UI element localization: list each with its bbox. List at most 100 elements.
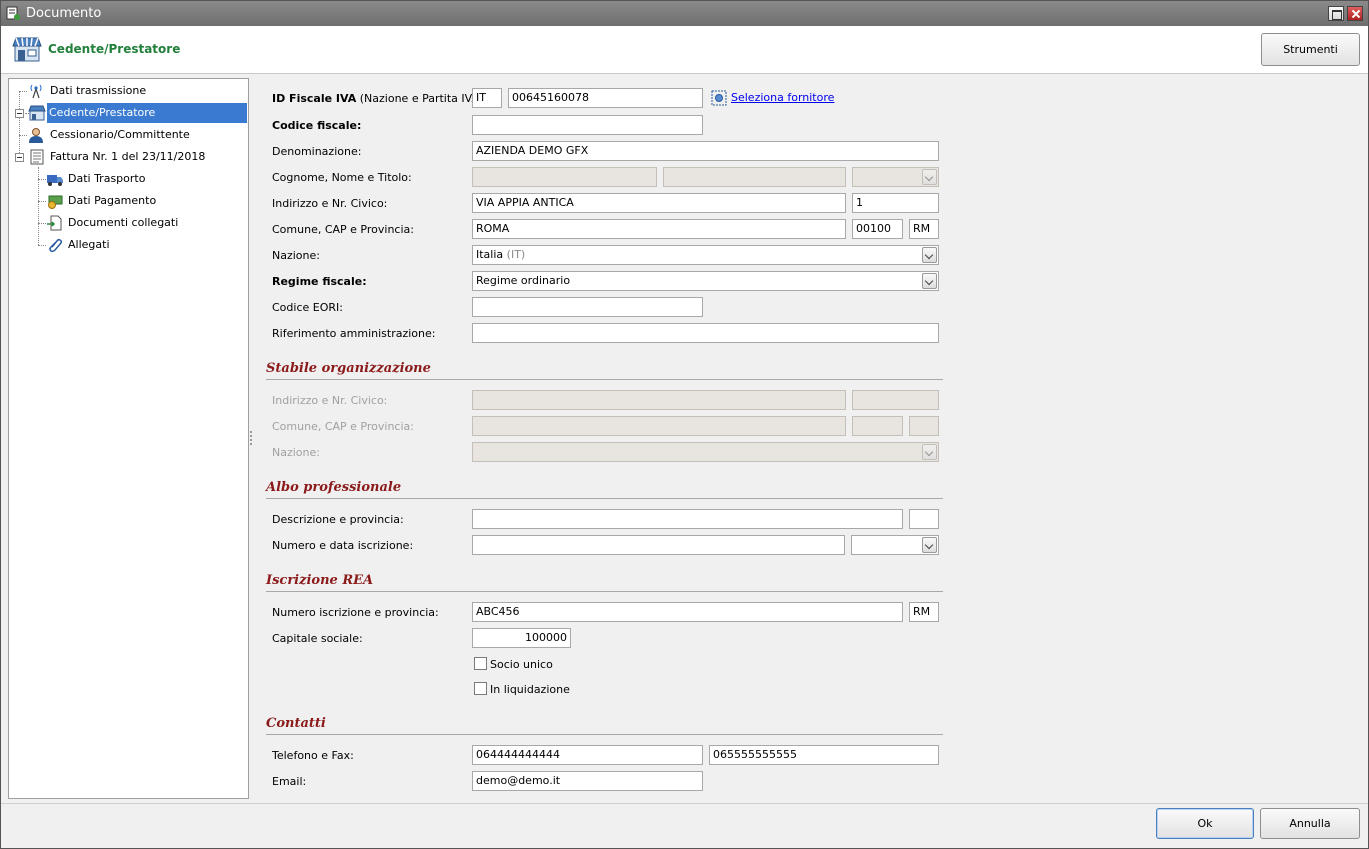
nazione-label: Nazione: — [272, 249, 320, 262]
tree-item-dati-trasmissione[interactable]: Dati trasmissione — [9, 81, 248, 101]
albo-numero-input[interactable] — [472, 535, 845, 555]
section-divider — [266, 591, 943, 592]
comune-label: Comune, CAP e Provincia: — [272, 223, 414, 236]
albo-numero-label: Numero e data iscrizione: — [272, 539, 414, 552]
stabile-comune-label: Comune, CAP e Provincia: — [272, 420, 414, 433]
select-supplier-link[interactable]: Seleziona fornitore — [731, 91, 834, 104]
rea-numero-input[interactable]: ABC456 — [472, 602, 903, 622]
nazione-select[interactable]: Italia (IT) — [472, 245, 939, 265]
tree-item-dati-pagamento[interactable]: Dati Pagamento — [9, 191, 248, 211]
window-title: Documento — [26, 6, 102, 21]
tree-item-documenti-collegati[interactable]: Documenti collegati — [9, 213, 248, 233]
chevron-down-icon[interactable] — [922, 247, 937, 263]
comune-input[interactable]: ROMA — [472, 219, 846, 239]
country-code-input[interactable]: IT — [472, 88, 502, 108]
document-window: Documento Cedente/Prestatore Strumenti D… — [0, 0, 1369, 849]
tools-button[interactable]: Strumenti — [1261, 33, 1360, 66]
truck-icon — [47, 175, 63, 186]
section-divider — [266, 734, 943, 735]
title-bar[interactable]: Documento — [1, 1, 1368, 26]
contatti-title: Contatti — [266, 716, 326, 731]
email-label: Email: — [272, 775, 307, 788]
cap-input[interactable]: 00100 — [852, 219, 903, 239]
in-liquidazione-label: In liquidazione — [490, 683, 570, 696]
indirizzo-label: Indirizzo e Nr. Civico: — [272, 197, 388, 210]
stabile-nazione-select — [472, 442, 939, 462]
navigation-tree: Dati trasmissione Cedente/Prestatore Ces… — [8, 78, 249, 799]
regime-fiscale-value: Regime ordinario — [476, 274, 571, 287]
in-liquidazione-checkbox[interactable] — [474, 682, 487, 695]
denominazione-label: Denominazione: — [272, 145, 362, 158]
tree-item-cedente-prestatore[interactable]: Cedente/Prestatore — [9, 103, 248, 123]
id-fiscale-label-text: ID Fiscale IVA — [272, 92, 357, 105]
socio-unico-label: Socio unico — [490, 658, 553, 671]
riferimento-amministrazione-label: Riferimento amministrazione: — [272, 327, 436, 340]
vat-number-input[interactable]: 00645160078 — [508, 88, 703, 108]
indirizzo-input[interactable]: VIA APPIA ANTICA — [472, 193, 846, 213]
stabile-provincia-input — [909, 416, 939, 436]
chevron-down-icon[interactable] — [922, 537, 937, 553]
denominazione-input[interactable]: AZIENDA DEMO GFX — [472, 141, 939, 161]
nazione-value: Italia — [476, 248, 504, 261]
capitale-sociale-label: Capitale sociale: — [272, 632, 363, 645]
antenna-icon — [30, 84, 42, 99]
page-title: Cedente/Prestatore — [48, 42, 181, 56]
maximize-button[interactable] — [1328, 6, 1344, 21]
tree-item-cessionario-committente[interactable]: Cessionario/Committente — [9, 125, 248, 145]
rea-provincia-input[interactable]: RM — [909, 602, 939, 622]
store-icon — [28, 105, 46, 121]
user-icon — [29, 128, 43, 143]
collapse-icon[interactable] — [15, 153, 24, 162]
footer-divider — [1, 803, 1368, 804]
section-divider — [266, 379, 943, 380]
iscrizione-rea-title: Iscrizione REA — [266, 573, 374, 588]
tree-item-dati-trasporto[interactable]: Dati Trasporto — [9, 169, 248, 189]
albo-provincia-input[interactable] — [909, 509, 939, 529]
albo-descrizione-label: Descrizione e provincia: — [272, 513, 404, 526]
nazione-code: (IT) — [506, 248, 526, 261]
rea-numero-label: Numero iscrizione e provincia: — [272, 606, 439, 619]
document-icon — [30, 149, 44, 165]
codice-fiscale-label: Codice fiscale: — [272, 119, 362, 132]
select-supplier-icon[interactable] — [711, 90, 727, 106]
albo-data-select[interactable] — [851, 535, 939, 555]
tree-item-fattura[interactable]: Fattura Nr. 1 del 23/11/2018 — [9, 147, 248, 167]
form-panel: ID Fiscale IVA (Nazione e Partita IVA): … — [256, 78, 1361, 799]
chevron-down-icon[interactable] — [922, 273, 937, 289]
chevron-down-icon — [922, 169, 937, 185]
codice-eori-label: Codice EORI: — [272, 301, 343, 314]
pane-splitter[interactable] — [250, 431, 252, 445]
nome-input — [663, 167, 846, 187]
stabile-indirizzo-input — [472, 390, 846, 410]
ok-button[interactable]: Ok — [1156, 808, 1254, 839]
cancel-button[interactable]: Annulla — [1260, 808, 1360, 839]
stabile-organizzazione-title: Stabile organizzazione — [266, 361, 431, 376]
telefono-input[interactable]: 064444444444 — [472, 745, 703, 765]
regime-fiscale-select[interactable]: Regime ordinario — [472, 271, 939, 291]
fax-input[interactable]: 065555555555 — [709, 745, 939, 765]
cognome-input — [472, 167, 657, 187]
email-input[interactable]: demo@demo.it — [472, 771, 703, 791]
capitale-sociale-input[interactable]: 100000 — [472, 628, 571, 648]
tree-item-allegati[interactable]: Allegati — [9, 235, 248, 255]
close-button[interactable] — [1347, 6, 1363, 21]
codice-eori-input[interactable] — [472, 297, 703, 317]
collapse-icon[interactable] — [15, 109, 24, 118]
document-app-icon — [6, 6, 20, 20]
riferimento-amministrazione-input[interactable] — [472, 323, 939, 343]
cognome-nome-label: Cognome, Nome e Titolo: — [272, 171, 412, 184]
paperclip-icon — [49, 238, 63, 253]
stabile-nazione-label: Nazione: — [272, 446, 320, 459]
section-header: Cedente/Prestatore Strumenti — [1, 26, 1368, 74]
albo-descrizione-input[interactable] — [472, 509, 903, 529]
civico-input[interactable]: 1 — [852, 193, 939, 213]
codice-fiscale-input[interactable] — [472, 115, 703, 135]
id-fiscale-label: ID Fiscale IVA (Nazione e Partita IVA): — [272, 92, 487, 105]
regime-fiscale-label: Regime fiscale: — [272, 275, 367, 288]
albo-professionale-title: Albo professionale — [266, 480, 402, 495]
store-icon — [12, 37, 42, 62]
socio-unico-checkbox[interactable] — [474, 657, 487, 670]
payment-icon — [48, 195, 63, 209]
provincia-input[interactable]: RM — [909, 219, 939, 239]
linked-document-icon — [47, 215, 62, 231]
